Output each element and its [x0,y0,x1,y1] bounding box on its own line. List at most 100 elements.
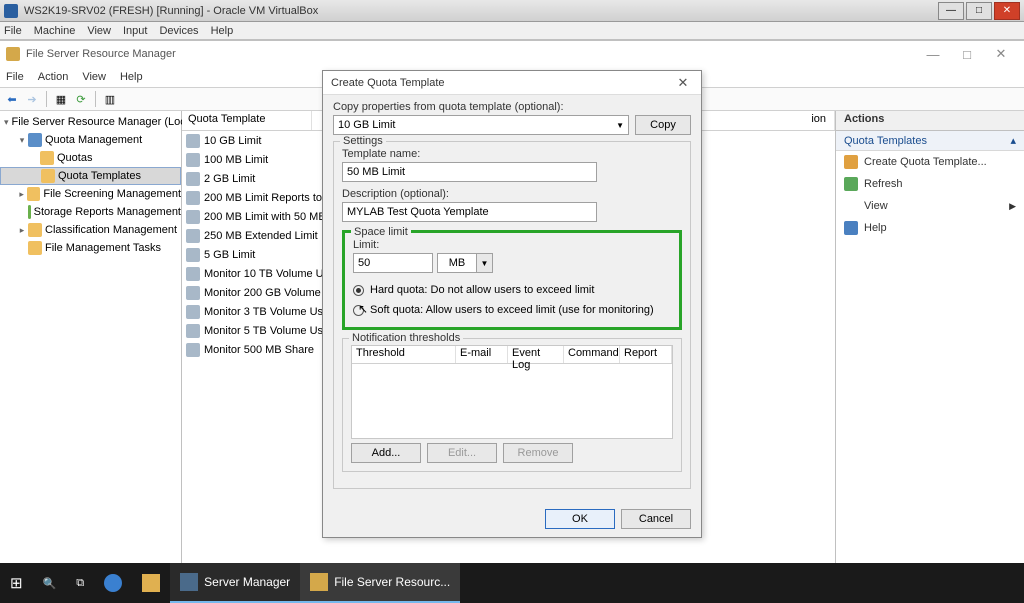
radio-icon [353,285,364,296]
action-refresh[interactable]: Refresh [836,173,1024,195]
chevron-down-icon: ▼ [616,121,624,130]
action-view[interactable]: View▶ [836,195,1024,217]
taskview-icon: ⧉ [76,577,84,590]
tree-storage-reports[interactable]: Storage Reports Management [0,203,181,221]
fsrm-app-icon [6,47,20,61]
taskbar-edge-button[interactable] [94,563,132,603]
vb-minimize-button[interactable]: — [938,2,964,20]
hard-quota-radio[interactable]: Hard quota: Do not allow users to exceed… [353,281,671,299]
fsrm-titlebar: File Server Resource Manager — □ ✕ [0,41,1024,67]
windows-icon: ⊞ [10,574,23,592]
template-name-input[interactable] [342,162,597,182]
tree-quota-templates[interactable]: Quota Templates [0,167,181,185]
fsrm-title: File Server Resource Manager [26,48,176,60]
vb-menu-machine[interactable]: Machine [34,25,76,37]
action-create-quota-template[interactable]: Create Quota Template... [836,151,1024,173]
edit-threshold-button: Edit... [427,443,497,463]
vb-menu-devices[interactable]: Devices [159,25,198,37]
limit-unit-select[interactable]: MB [437,253,477,273]
th-report[interactable]: Report [620,346,672,363]
fsrm-minimize-button[interactable]: — [916,47,950,62]
unit-dropdown-button[interactable]: ▼ [477,253,493,273]
vb-menu-help[interactable]: Help [211,25,234,37]
template-icon [186,343,200,357]
thresholds-group: Notification thresholds Threshold E-mail… [342,338,682,472]
fsrm-menu-view[interactable]: View [82,71,106,83]
tree-quota-management[interactable]: ▾Quota Management [0,131,181,149]
th-command[interactable]: Command [564,346,620,363]
new-template-icon [844,155,858,169]
taskbar-taskview-button[interactable]: ⧉ [66,563,94,603]
template-icon [186,191,200,205]
vb-close-button[interactable]: ✕ [994,2,1020,20]
actions-pane: Actions Quota Templates▴ Create Quota Te… [836,111,1024,563]
settings-group-label: Settings [340,135,386,147]
vb-menu-file[interactable]: File [4,25,22,37]
limit-value-input[interactable] [353,253,433,273]
edge-icon [104,574,122,592]
soft-quota-radio[interactable]: Soft quota: Allow users to exceed limit … [353,301,671,319]
fsrm-menu-help[interactable]: Help [120,71,143,83]
tree-file-management[interactable]: File Management Tasks [0,239,181,257]
collapse-icon[interactable]: ▴ [1010,134,1016,147]
start-button[interactable]: ⊞ [0,563,33,603]
actions-header: Actions [836,111,1024,131]
th-eventlog[interactable]: Event Log [508,346,564,363]
tree-file-screening[interactable]: ▸File Screening Management [0,185,181,203]
th-email[interactable]: E-mail [456,346,508,363]
add-threshold-button[interactable]: Add... [351,443,421,463]
fsrm-icon [310,573,328,591]
remove-threshold-button: Remove [503,443,573,463]
copy-template-select[interactable]: 10 GB Limit▼ [333,115,629,135]
th-threshold[interactable]: Threshold [352,346,456,363]
dialog-titlebar: Create Quota Template ✕ [323,71,701,95]
vb-menubar: File Machine View Input Devices Help [0,22,1024,40]
refresh-icon[interactable]: ⟳ [73,91,89,107]
tree-root[interactable]: ▾File Server Resource Manager (Local) [0,113,181,131]
vb-menu-input[interactable]: Input [123,25,147,37]
dialog-close-button[interactable]: ✕ [673,75,693,91]
description-input[interactable] [342,202,597,222]
copy-button[interactable]: Copy [635,115,691,135]
radio-icon [353,305,364,316]
chevron-right-icon: ▶ [1009,201,1016,212]
fsrm-menu-file[interactable]: File [6,71,24,83]
action-help[interactable]: Help [836,217,1024,239]
tree-quotas[interactable]: Quotas [0,149,181,167]
vb-maximize-button[interactable]: □ [966,2,992,20]
help-icon [844,221,858,235]
template-icon [186,248,200,262]
fsrm-menu-action[interactable]: Action [38,71,69,83]
virtualbox-icon [4,4,18,18]
tree-classification[interactable]: ▸Classification Management [0,221,181,239]
dialog-footer: OK Cancel [545,509,691,529]
cancel-button[interactable]: Cancel [621,509,691,529]
thresholds-header: Threshold E-mail Event Log Command Repor… [352,346,672,364]
taskbar-server-manager[interactable]: Server Manager [170,563,300,603]
space-limit-group: Space limit Limit: MB ▼ Hard quota: Do n… [342,230,682,330]
vb-title: WS2K19-SRV02 (FRESH) [Running] - Oracle … [24,5,936,17]
thresholds-group-label: Notification thresholds [349,332,463,344]
template-icon [186,210,200,224]
template-icon [186,267,200,281]
vb-menu-view[interactable]: View [87,25,111,37]
template-icon [186,153,200,167]
fsrm-maximize-button[interactable]: □ [950,47,984,62]
thresholds-table[interactable]: Threshold E-mail Event Log Command Repor… [351,345,673,439]
taskbar-search-button[interactable]: 🔍 [33,563,67,603]
copy-properties-label: Copy properties from quota template (opt… [333,101,691,113]
ok-button[interactable]: OK [545,509,615,529]
fsrm-close-button[interactable]: ✕ [984,46,1018,62]
nav-back-icon[interactable]: ⬅ [4,91,20,107]
taskbar-explorer-button[interactable] [132,563,170,603]
template-icon [186,134,200,148]
taskbar-fsrm[interactable]: File Server Resourc... [300,563,460,603]
template-name-label: Template name: [342,148,682,160]
template-icon [186,172,200,186]
space-limit-label: Space limit [351,226,411,238]
list-col-template[interactable]: Quota Template [182,111,312,130]
toolbar-icon-3[interactable]: ▥ [102,91,118,107]
nav-forward-icon[interactable]: ➔ [24,91,40,107]
limit-label: Limit: [353,239,671,251]
toolbar-icon-1[interactable]: ▦ [53,91,69,107]
